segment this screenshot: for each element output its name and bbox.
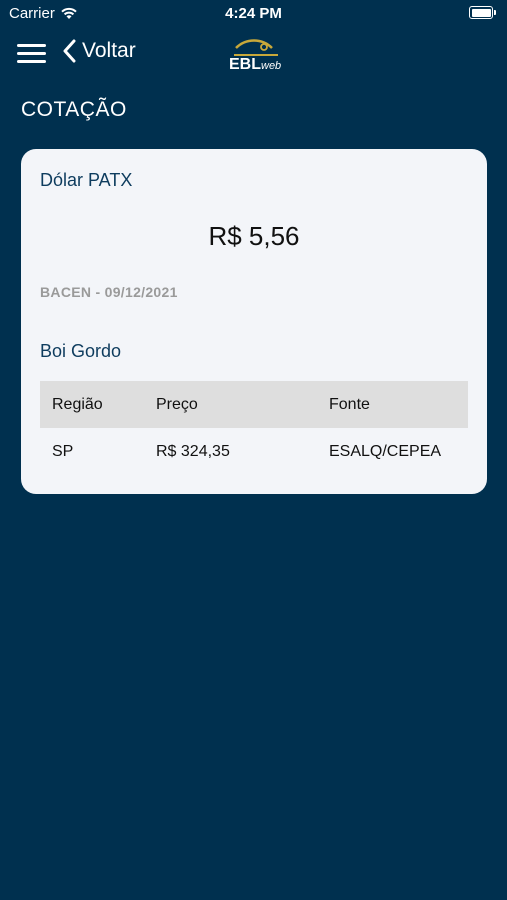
back-label: Voltar — [82, 39, 136, 62]
cell-preco: R$ 324,35 — [156, 442, 230, 460]
svg-text:web: web — [261, 60, 281, 72]
dolar-title: Dólar PATX — [40, 170, 133, 190]
header-fonte: Fonte — [329, 395, 370, 413]
chevron-left-icon — [63, 39, 76, 63]
boi-title: Boi Gordo — [40, 341, 122, 361]
dolar-source: BACEN - 09/12/2021 — [40, 284, 178, 300]
quote-card: Dólar PATX R$ 5,56 BACEN - 09/12/2021 Bo… — [21, 149, 487, 494]
cell-fonte: ESALQ/CEPEA — [329, 442, 442, 460]
ebl-web-logo: EBL web — [229, 39, 281, 73]
back-button[interactable]: Voltar — [62, 39, 136, 63]
header-regiao: Região — [52, 395, 103, 413]
header-preco: Preço — [156, 395, 198, 413]
dolar-value: R$ 5,56 — [208, 221, 300, 251]
boi-table: Região Preço Fonte SP R$ 324,35 ESALQ/CE… — [40, 381, 468, 475]
svg-text:EBL: EBL — [229, 56, 261, 73]
table-row: SP R$ 324,35 ESALQ/CEPEA — [40, 428, 468, 475]
status-time: 4:24 PM — [225, 5, 282, 22]
cell-regiao: SP — [52, 442, 74, 460]
status-bar: Carrier 4:24 PM — [0, 0, 507, 28]
page-title: COTAÇÃO — [21, 98, 127, 121]
table-header: Região Preço Fonte — [40, 381, 468, 428]
menu-icon[interactable] — [17, 44, 46, 64]
battery-icon — [469, 6, 496, 19]
nav-bar: Voltar EBL web — [0, 32, 507, 76]
